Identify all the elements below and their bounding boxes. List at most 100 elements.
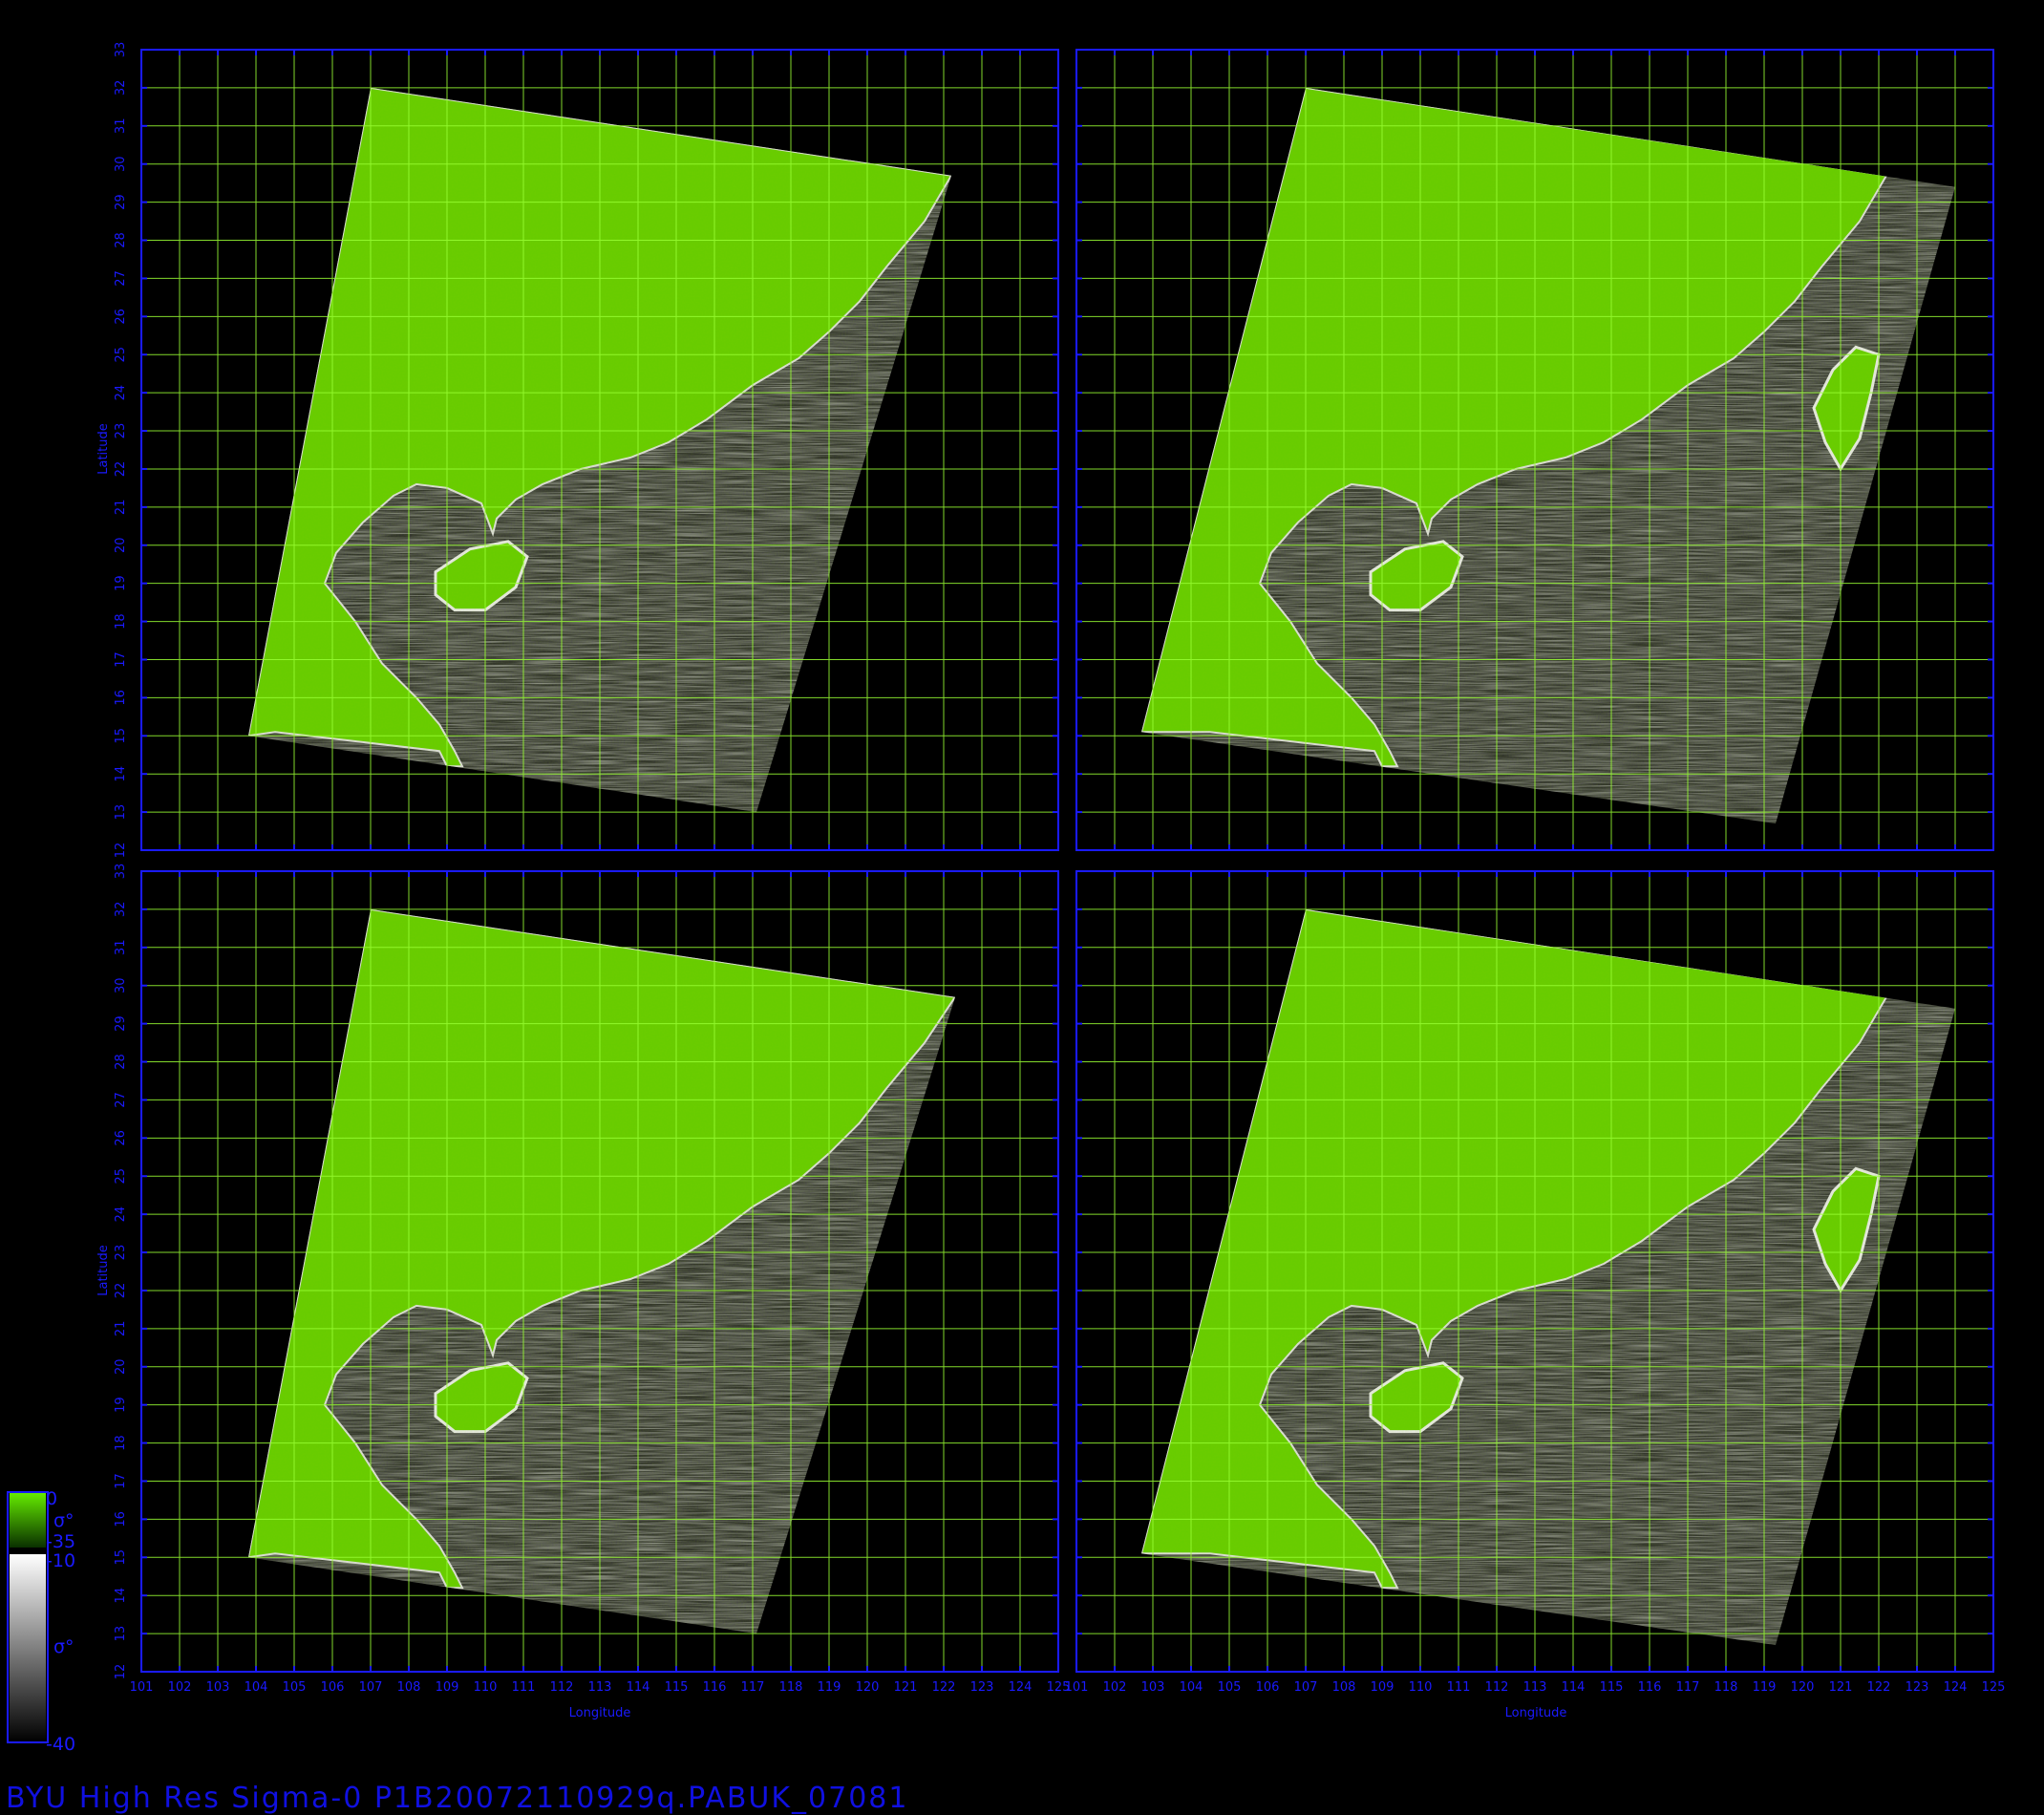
lat-tick-label: 15 [114,1549,128,1566]
lon-tick-label: 118 [1714,1680,1738,1695]
lat-tick-label: 28 [114,1054,128,1070]
lon-tick-label: 102 [168,1680,192,1695]
lat-tick-label: 31 [114,940,128,956]
lon-tick-label: 117 [1676,1680,1700,1695]
lon-tick-label: 116 [703,1680,727,1695]
lat-tick-label: 24 [114,385,128,401]
lon-tick-label: 104 [1180,1680,1203,1695]
lon-tick-label: 117 [741,1680,765,1695]
lon-tick-label: 103 [206,1680,230,1695]
lon-tick-label: 125 [1982,1680,2006,1695]
lon-tick-label: 114 [627,1680,650,1695]
colorbar-land-symbol: σ° [53,1510,75,1531]
lon-tick-label: 110 [1409,1680,1433,1695]
lat-tick-label: 18 [114,613,128,630]
lon-tick-label: 101 [130,1680,154,1695]
lat-tick-label: 23 [114,1245,128,1261]
lat-tick-label: 14 [114,1588,128,1604]
lon-tick-label: 113 [588,1680,612,1695]
lat-tick-label: 24 [114,1206,128,1223]
lat-tick-label: 20 [114,537,128,553]
lon-tick-label: 106 [321,1680,345,1695]
lon-tick-label: 109 [436,1680,459,1695]
lat-tick-label: 26 [114,309,128,325]
lon-tick-label: 118 [779,1680,803,1695]
lon-axis-title-right: Longitude [1505,1706,1567,1720]
colorbar-land-top: 0 [46,1488,57,1509]
lat-axis-title-bottom: Latitude [96,1245,111,1296]
lon-tick-label: 113 [1523,1680,1547,1695]
lon-tick-label: 110 [474,1680,498,1695]
lat-axis-title-top: Latitude [96,423,111,475]
figure-title: BYU High Res Sigma-0 P1B20072110929q.PAB… [6,1782,908,1815]
lon-tick-label: 123 [1906,1680,1929,1695]
lon-tick-label: 108 [1332,1680,1356,1695]
colorbar-land-swatch [10,1492,46,1548]
lat-tick-label: 16 [114,1511,128,1527]
lat-tick-label: 23 [114,423,128,439]
lat-tick-label: 33 [114,864,128,880]
lon-tick-label: 121 [1829,1680,1853,1695]
lat-tick-label: 28 [114,232,128,248]
lon-tick-label: 121 [894,1680,918,1695]
lat-tick-label: 17 [114,651,128,668]
lat-tick-label: 32 [114,80,128,96]
colorbar-ocean-top: -10 [46,1550,75,1571]
lat-tick-label: 21 [114,500,128,516]
lat-tick-label: 18 [114,1435,128,1451]
lon-tick-label: 108 [397,1680,421,1695]
lon-tick-label: 107 [1294,1680,1318,1695]
lon-tick-label: 105 [283,1680,307,1695]
lat-tick-label: 31 [114,118,128,135]
lon-tick-label: 104 [245,1680,268,1695]
lon-tick-label: 124 [1944,1680,1968,1695]
lon-tick-label: 115 [1600,1680,1624,1695]
lon-tick-label: 119 [1753,1680,1777,1695]
lat-tick-label: 25 [114,1168,128,1185]
lon-tick-label: 120 [856,1680,880,1695]
lon-axis-title-left: Longitude [569,1706,631,1720]
colorbar: 0 σ° -35 -10 σ° -40 [7,1488,75,1755]
lon-tick-label: 122 [1867,1680,1891,1695]
lon-tick-label: 101 [1065,1680,1089,1695]
sigma0-map-figure: 12 13 14 15 16 17 18 19 20 21 22 23 24 25 26 27 28 29 30 31… [6,42,2006,1815]
lat-tick-label: 12 [114,1664,128,1680]
lat-tick-label: 29 [114,194,128,210]
lon-tick-label: 120 [1791,1680,1815,1695]
lon-tick-label: 102 [1103,1680,1127,1695]
lat-tick-label: 30 [114,156,128,172]
lat-tick-label: 17 [114,1473,128,1489]
lat-tick-label: 13 [114,804,128,821]
lon-tick-label: 119 [818,1680,841,1695]
lat-tick-label: 20 [114,1358,128,1375]
lat-tick-label: 22 [114,461,128,478]
lat-tick-label: 32 [114,902,128,918]
map-panels [140,49,1994,1673]
lon-tick-label: 105 [1218,1680,1242,1695]
lat-tick-label: 25 [114,347,128,363]
lat-tick-label: 19 [114,575,128,591]
lon-tick-label: 106 [1256,1680,1280,1695]
lat-tick-label: 15 [114,728,128,744]
lon-tick-label: 112 [550,1680,574,1695]
lon-tick-label: 116 [1638,1680,1662,1695]
map-panel-bottom-right [1075,870,1994,1673]
lon-tick-label: 111 [1447,1680,1471,1695]
lat-tick-label: 26 [114,1130,128,1146]
lat-tick-label: 21 [114,1321,128,1337]
lon-tick-label: 112 [1485,1680,1509,1695]
colorbar-ocean-bottom: -40 [46,1734,75,1755]
lon-tick-label: 124 [1009,1680,1033,1695]
lat-tick-label: 12 [114,843,128,859]
lon-tick-label: 114 [1562,1680,1586,1695]
lon-tick-label: 123 [970,1680,994,1695]
lon-tick-label: 122 [932,1680,956,1695]
lon-tick-label: 107 [359,1680,383,1695]
lon-tick-label: 109 [1371,1680,1395,1695]
lat-tick-label: 27 [114,1092,128,1108]
colorbar-land-bottom: -35 [46,1531,75,1552]
map-panel-top-left [140,49,1059,851]
lat-tick-label: 27 [114,270,128,287]
map-panel-bottom-left [140,870,1059,1673]
lat-tick-label: 16 [114,690,128,706]
